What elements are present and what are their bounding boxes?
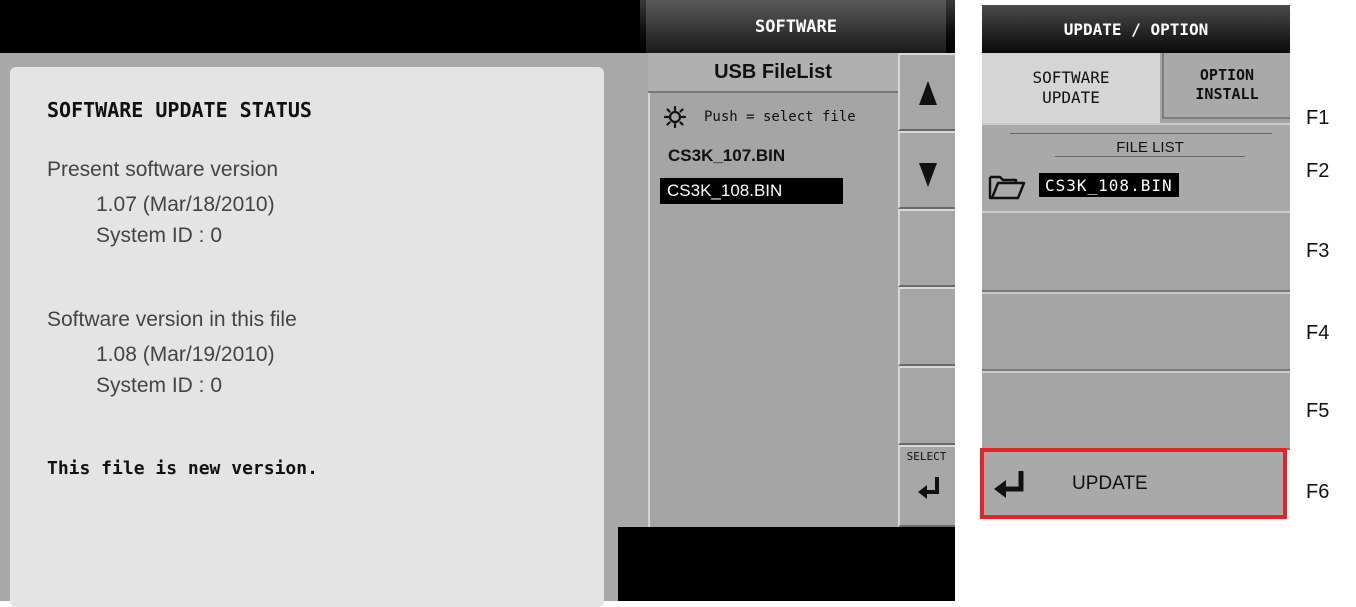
present-version-label: Present software version [47, 158, 279, 181]
file-version-value: 1.08 (Mar/19/2010) [96, 343, 275, 366]
arrow-up-icon [919, 81, 937, 105]
file-system-id: System ID : 0 [96, 374, 223, 397]
select-hint-text: Push = select file [704, 109, 856, 125]
folder-open-icon [988, 175, 1026, 200]
function-key-f2[interactable]: F2 [1306, 160, 1329, 183]
knob-icon [664, 106, 686, 128]
top-bar-left [0, 0, 640, 53]
function-key-f1[interactable]: F1 [1306, 107, 1329, 130]
softkey-f4[interactable] [982, 292, 1290, 371]
tab-software-update[interactable]: SOFTWARE UPDATE [982, 53, 1160, 123]
file-list-label: FILE LIST [1055, 139, 1245, 157]
scroll-up-button[interactable] [898, 53, 955, 131]
usb-file-item[interactable]: CS3K_107.BIN [668, 146, 785, 166]
usb-file-list-title: USB FileList [648, 53, 898, 93]
function-key-f3[interactable]: F3 [1306, 240, 1329, 263]
enter-icon [918, 477, 939, 499]
tab-option-install-label: OPTION INSTALL [1195, 66, 1259, 103]
blank-softkey [898, 209, 955, 287]
status-message: This file is new version. [47, 458, 318, 479]
usb-file-item-selected[interactable]: CS3K_108.BIN [660, 178, 843, 204]
blank-softkey [898, 366, 955, 445]
update-button-label: UPDATE [1072, 472, 1148, 494]
update-status-panel [10, 67, 604, 607]
enter-icon [994, 470, 1024, 498]
softkey-f5[interactable] [982, 371, 1290, 450]
function-key-f6[interactable]: F6 [1306, 481, 1329, 504]
file-list-value: CS3K_108.BIN [1039, 173, 1179, 197]
file-list-softkey[interactable] [982, 123, 1290, 211]
blank-softkey [898, 287, 955, 366]
function-key-f4[interactable]: F4 [1306, 322, 1329, 345]
update-button[interactable]: UPDATE [980, 448, 1287, 519]
menu-title: UPDATE / OPTION [982, 5, 1290, 53]
divider [1010, 133, 1272, 134]
present-version-value: 1.07 (Mar/18/2010) [96, 193, 275, 216]
status-heading: SOFTWARE UPDATE STATUS [47, 98, 312, 122]
select-label: SELECT [906, 450, 947, 463]
tab-option-install[interactable]: OPTION INSTALL [1162, 53, 1290, 119]
function-key-f5[interactable]: F5 [1306, 400, 1329, 423]
scroll-down-button[interactable] [898, 131, 955, 209]
present-system-id: System ID : 0 [96, 224, 223, 247]
software-title: SOFTWARE [646, 0, 946, 53]
select-hint: Push = select file [664, 104, 856, 130]
arrow-down-icon [919, 163, 937, 187]
tab-software-update-label: SOFTWARE UPDATE [1032, 68, 1110, 107]
softkey-f3[interactable] [982, 211, 1290, 292]
file-version-label: Software version in this file [47, 308, 297, 331]
bottom-bar [618, 527, 955, 601]
